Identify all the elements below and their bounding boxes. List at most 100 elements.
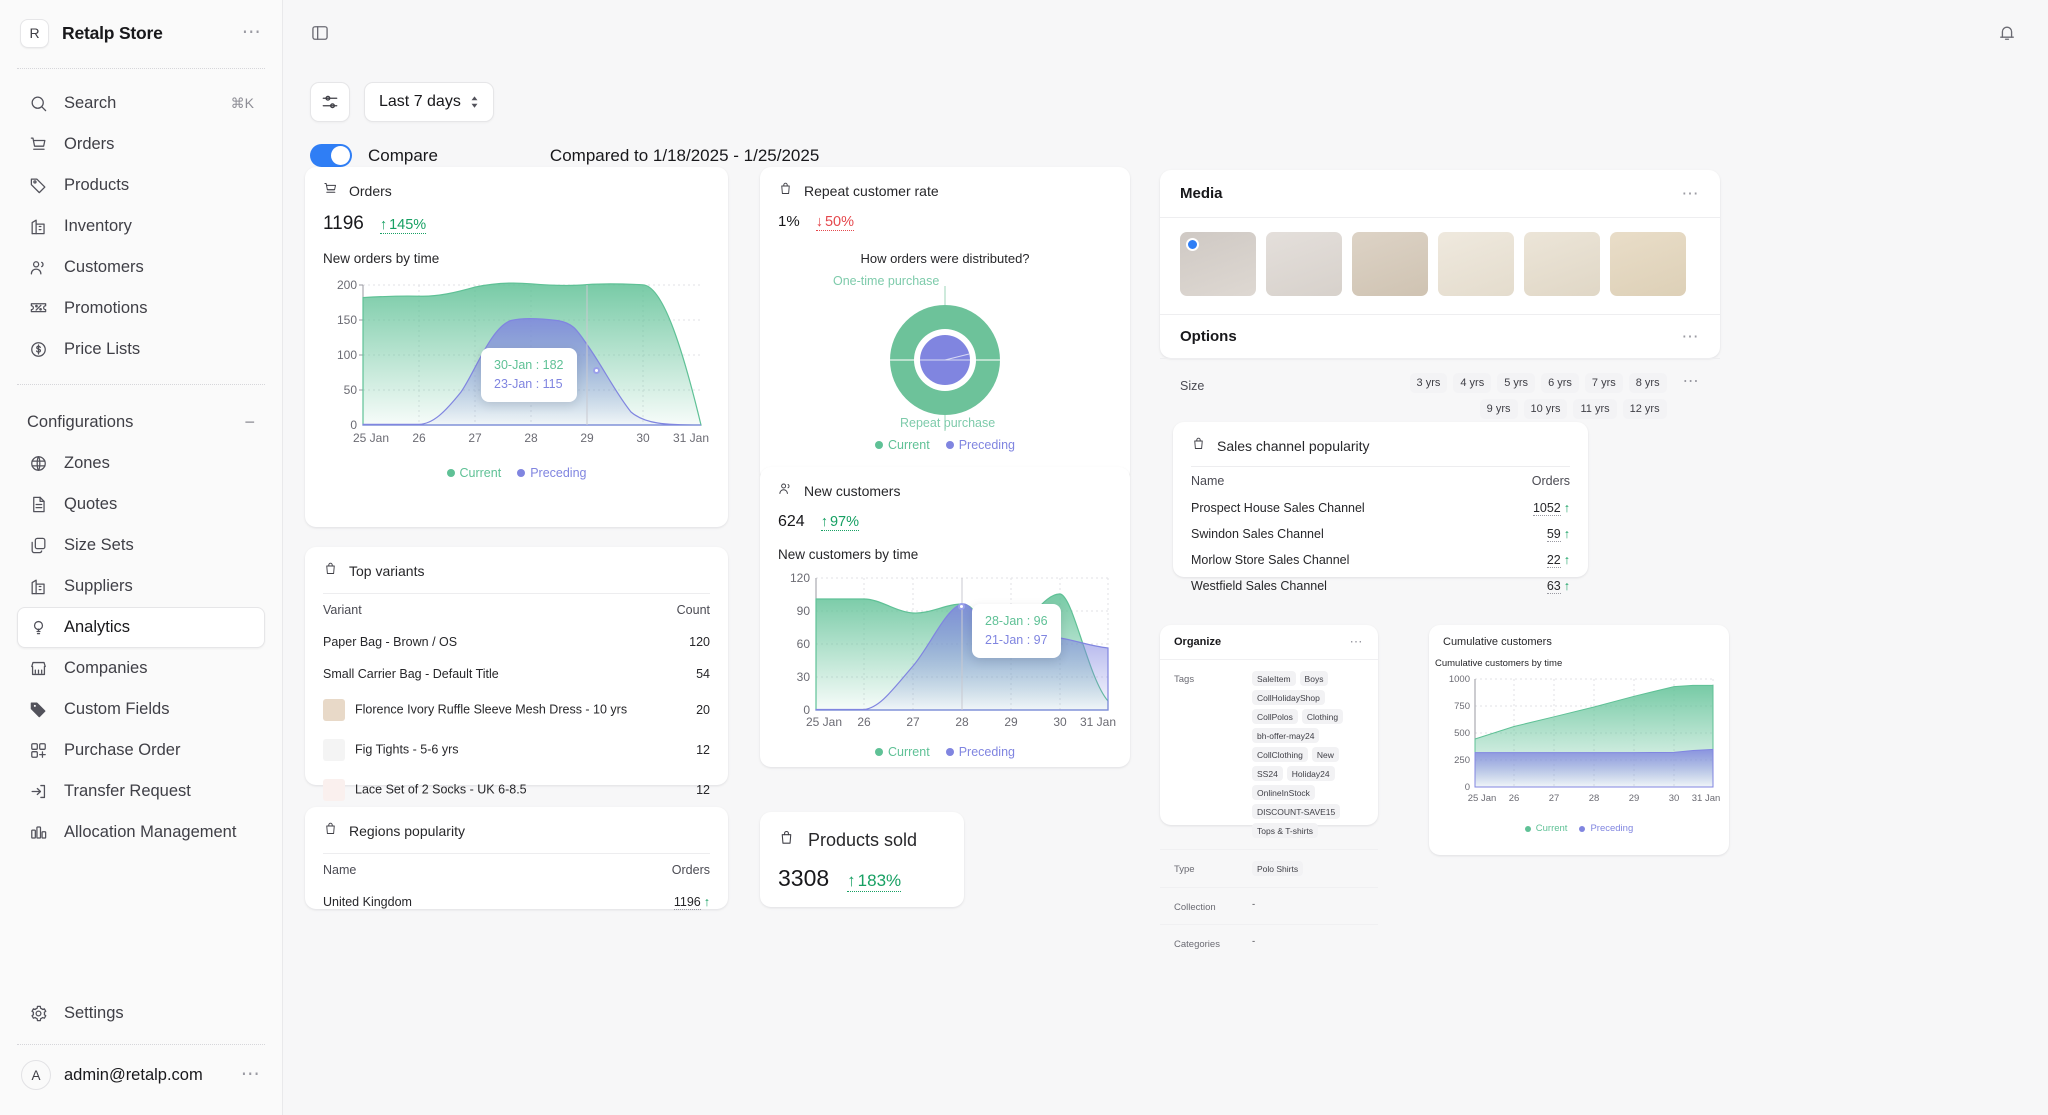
table-row[interactable]: Swindon Sales Channel 59 ↑ (1191, 521, 1570, 547)
option-pill[interactable]: 4 yrs (1453, 373, 1492, 393)
table-row[interactable]: Prospect House Sales Channel 1052 ↑ (1191, 495, 1570, 521)
chevron-up-down-icon (470, 95, 479, 109)
avatar: A (21, 1060, 51, 1090)
channel-name: Swindon Sales Channel (1191, 527, 1324, 541)
option-pill[interactable]: 9 yrs (1479, 399, 1518, 419)
media-thumbnail[interactable] (1524, 232, 1600, 296)
options-panel-title: Options (1180, 328, 1237, 345)
sidebar-item-analytics[interactable]: Analytics (17, 607, 265, 648)
svg-text:31 Jan: 31 Jan (673, 431, 709, 445)
brand-menu-icon[interactable]: ⋯ (242, 23, 262, 42)
option-pill[interactable]: 6 yrs (1541, 373, 1579, 393)
tag-pill[interactable]: Tops & T-shirts (1252, 823, 1319, 838)
options-panel-menu-icon[interactable]: ⋯ (1682, 328, 1701, 345)
tag-pill[interactable]: Boys (1299, 671, 1329, 686)
col-name: Name (323, 863, 357, 877)
tag-pill[interactable]: DISCOUNT-SAVE15 (1252, 804, 1341, 819)
tag-pill[interactable]: bh-offer-may24 (1252, 728, 1320, 743)
cumulative-customers-area-chart[interactable]: 1000 750 500 250 0 25 Jan 26 27 28 29 30 31 Jan (1435, 671, 1723, 821)
media-thumbnail[interactable] (1610, 232, 1686, 296)
svg-text:120: 120 (790, 571, 810, 585)
sidebar-item-settings[interactable]: Settings (17, 993, 265, 1034)
tag-pill[interactable]: CollPolos (1252, 709, 1298, 724)
svg-text:27: 27 (1549, 793, 1560, 804)
sidebar-item-custom-fields[interactable]: Custom Fields (17, 689, 265, 730)
tag-pill[interactable]: Clothing (1301, 709, 1344, 724)
repeat-delta: ↓ 50% (815, 214, 854, 231)
user-row[interactable]: A admin@retalp.com ⋯ (17, 1047, 265, 1103)
table-row[interactable]: Florence Ivory Ruffle Sleeve Mesh Dress … (323, 690, 710, 730)
option-pill[interactable]: 12 yrs (1622, 399, 1667, 419)
sidebar-item-search[interactable]: Search ⌘K (17, 83, 265, 124)
media-thumbnail[interactable] (1180, 232, 1256, 296)
tag-pill[interactable]: New (1311, 747, 1339, 762)
sidebar-item-products[interactable]: Products (17, 165, 265, 206)
table-row[interactable]: Lace Set of 2 Socks - UK 6-8.5 12 (323, 770, 710, 810)
collapse-icon[interactable]: − (244, 412, 255, 433)
svg-text:60: 60 (797, 637, 811, 651)
tag-pill[interactable]: SS24 (1252, 766, 1283, 781)
variant-thumbnail (323, 779, 345, 801)
organize-panel-header: Organize ⋯ (1160, 625, 1378, 659)
table-row[interactable]: Paper Bag - Brown / OS 120 (323, 626, 710, 658)
option-pill[interactable]: 10 yrs (1523, 399, 1568, 419)
sidebar-item-size-sets[interactable]: Size Sets (17, 525, 265, 566)
sidebar-item-quotes[interactable]: Quotes (17, 484, 265, 525)
option-pill[interactable]: 11 yrs (1573, 399, 1617, 419)
sidebar-item-orders[interactable]: Orders (17, 124, 265, 165)
notifications-button[interactable] (1992, 18, 2022, 48)
table-row[interactable]: Morlow Store Sales Channel 22 ↑ (1191, 547, 1570, 573)
tag-pill[interactable]: CollClothing (1252, 747, 1308, 762)
type-pill[interactable]: Polo Shirts (1252, 861, 1304, 876)
sidebar-section-configurations[interactable]: Configurations − (17, 401, 265, 443)
media-thumbnail[interactable] (1438, 232, 1514, 296)
tag-pill[interactable]: SaleItem (1252, 671, 1296, 686)
sidebar-item-transfer-request[interactable]: Transfer Request (17, 771, 265, 812)
tag-pill[interactable]: OnlineInStock (1252, 785, 1315, 800)
new-customers-area-chart[interactable]: 12090 60300 25 Jan 26 27 28 29 30 31 Jan (768, 568, 1122, 743)
option-pill[interactable]: 5 yrs (1497, 373, 1536, 393)
media-thumbnail[interactable] (1352, 232, 1428, 296)
channel-name: Westfield Sales Channel (1191, 579, 1327, 593)
brand-badge: R (20, 18, 49, 48)
date-range-select[interactable]: Last 7 days (364, 82, 494, 122)
sidebar-item-suppliers[interactable]: Suppliers (17, 566, 265, 607)
table-row[interactable]: Fig Tights - 5-6 yrs 12 (323, 730, 710, 770)
tag-pill[interactable]: CollHolidayShop (1252, 690, 1325, 705)
user-menu-icon[interactable]: ⋯ (241, 1065, 261, 1084)
channel-orders: 22 ↑ (1546, 553, 1570, 568)
organize-panel-menu-icon[interactable]: ⋯ (1350, 635, 1365, 648)
sidebar-toggle-button[interactable] (305, 18, 335, 48)
region-name: United Kingdom (323, 895, 412, 909)
bag-icon (323, 561, 338, 581)
media-panel-menu-icon[interactable]: ⋯ (1682, 185, 1701, 202)
legend-preceding: Preceding (530, 466, 587, 480)
bag-icon (778, 829, 795, 851)
table-row[interactable]: Small Carrier Bag - Default Title 54 (323, 658, 710, 690)
table-row[interactable]: Westfield Sales Channel 63 ↑ (1191, 573, 1570, 599)
option-pill[interactable]: 8 yrs (1628, 373, 1667, 393)
option-row-menu-icon[interactable]: ⋯ (1683, 373, 1700, 390)
media-thumbnail[interactable] (1266, 232, 1342, 296)
compare-toggle[interactable] (310, 144, 352, 167)
sidebar-item-purchase-order[interactable]: Purchase Order (17, 730, 265, 771)
sidebar-item-price-lists[interactable]: Price Lists (17, 329, 265, 370)
sidebar-item-zones[interactable]: Zones (17, 443, 265, 484)
sidebar-item-inventory[interactable]: Inventory (17, 206, 265, 247)
sidebar-item-label: Products (64, 176, 130, 194)
brand-row[interactable]: R Retalp Store ⋯ (17, 0, 265, 66)
sidebar-item-promotions[interactable]: Promotions (17, 288, 265, 329)
variant-thumbnail (323, 739, 345, 761)
svg-text:26: 26 (412, 431, 426, 445)
filter-button[interactable] (310, 82, 350, 122)
building-icon (28, 576, 49, 597)
tag-icon (28, 175, 49, 196)
sidebar-item-customers[interactable]: Customers (17, 247, 265, 288)
option-pill[interactable]: 7 yrs (1584, 373, 1623, 393)
option-pill[interactable]: 3 yrs (1409, 373, 1448, 393)
table-row[interactable]: United Kingdom 1196 ↑ (323, 886, 710, 918)
sidebar-item-allocation-management[interactable]: Allocation Management (17, 812, 265, 853)
store-icon (28, 658, 49, 679)
sidebar-item-companies[interactable]: Companies (17, 648, 265, 689)
tag-pill[interactable]: Holiday24 (1286, 766, 1335, 781)
